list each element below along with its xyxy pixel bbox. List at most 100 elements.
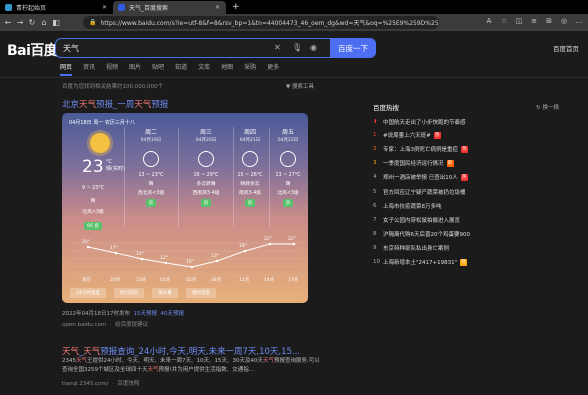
hot-item[interactable]: 7 女子公园内穿松鼠拍摄进入展览 (373, 216, 460, 224)
hour-temp-label: 22° (264, 237, 272, 242)
result-2-title[interactable]: 天气_天气预报查询_24小时,今天,明天,未来一周7天,10天,15... (62, 345, 300, 357)
reload-icon[interactable]: ↻ (26, 18, 38, 27)
chart-tab-rain[interactable]: 降水量 (152, 288, 178, 298)
tab-web[interactable]: 网页 (60, 62, 73, 76)
hot-item[interactable]: 5 官方回应辽宁疑产蔬菜被扔垃圾桶 (373, 188, 466, 196)
forecast-day[interactable]: 周四 04月21日 15 ~ 26°C 晴转多云 南风3-4级良 (232, 127, 268, 207)
baidu-logo[interactable]: Bai百度 (7, 40, 58, 60)
today-wind: 北风<3级 (82, 210, 104, 215)
temp-unit: °C 晴(实时) (106, 159, 125, 172)
voice-icon[interactable]: 🎙 (292, 43, 302, 52)
address-bar-row: ← → ↻ ⌂ ◧ 🔒 https://www.baidu.com/s?ie=ut… (0, 14, 588, 31)
chart-tab-wind[interactable]: 风力风向 (114, 288, 144, 298)
forward-icon[interactable]: → (14, 18, 26, 27)
hour-label: 11点 (239, 278, 250, 283)
weather-card[interactable]: 04月18日 周一 农历三月十八 23 °C 晴(实时) 9 ~ 23°C 晴 北… (62, 113, 308, 303)
tab-map[interactable]: 地图 (221, 62, 233, 76)
new-badge: 新 (446, 159, 454, 167)
browser-tab-bar: 青柠起始页 ✕ 天气_百度搜索 ✕ + (0, 0, 588, 14)
favorites-list-icon[interactable]: ≡ (529, 17, 539, 25)
snapshot-link[interactable]: 百度快照 (117, 381, 139, 387)
forecast-day[interactable]: 周二 04月19日 13 ~ 23°C 晴西北风<3级良 (133, 127, 169, 207)
tab-video[interactable]: 视频 (106, 62, 118, 76)
search-button[interactable]: 百度一下 (330, 38, 376, 58)
close-tab-icon[interactable]: ✕ (102, 4, 107, 11)
today-cond: 晴 (90, 199, 96, 204)
url-field[interactable]: 🔒 https://www.baidu.com/s?ie=utf-8&f=8&rs… (83, 16, 439, 29)
new-tab-button[interactable]: + (232, 2, 240, 12)
search-tools-button[interactable]: ▼ 搜索工具 (286, 82, 314, 90)
tab-favicon (118, 4, 125, 11)
forecast-40-link[interactable]: 40天预报 (161, 311, 185, 317)
tab-zhidao[interactable]: 知道 (175, 62, 187, 76)
chart-tab-temp[interactable]: 24小时温度 (70, 288, 106, 298)
result-1-title[interactable]: 北京天气预报_一周天气预报 (62, 98, 168, 110)
result-2-snippet: 2345天气王提供24小时、今天、明天、未来一周7天、10天、15天、30天及4… (62, 358, 320, 373)
hour-label: 05点 (186, 278, 197, 283)
hour-label: 02点 (160, 278, 171, 283)
hot-item[interactable]: 6 上海市抗疫蔬菜8万多吨 (373, 202, 442, 210)
hot-badge: 热 (460, 258, 468, 266)
search-query-text: 天气 (63, 43, 79, 53)
split-icon[interactable]: ◫ (514, 17, 524, 25)
menu-icon[interactable]: … (574, 17, 584, 25)
profile-icon[interactable]: ◎ (559, 17, 569, 25)
hot-item[interactable]: 9 东京特种部队私出身亡案例 (373, 244, 449, 252)
chart-tab-humidity[interactable]: 相对湿度 (186, 288, 216, 298)
clear-icon[interactable]: ✕ (274, 43, 281, 52)
extension-icon[interactable]: ◧ (50, 18, 62, 27)
divider (0, 77, 588, 78)
tab-qingning[interactable]: 青柠起始页 ✕ (0, 1, 113, 14)
feedback-link[interactable]: 给百度提建议 (115, 322, 148, 328)
favorite-icon[interactable]: ☆ (499, 17, 509, 25)
url-text: https://www.baidu.com/s?ie=utf-8&f=8&rsv… (100, 20, 439, 27)
hot-search-title: 百度热搜 (373, 104, 399, 112)
hour-temp-label: 12° (160, 256, 168, 261)
hot-item[interactable]: 1 #说周董上六天班# 热 (373, 131, 441, 139)
search-input[interactable]: 天气 ✕ 🎙 ◉ (55, 38, 331, 58)
result-count: 百度为您找到相关结果约100,000,000个 (62, 84, 163, 90)
tab-favicon (5, 4, 12, 11)
forecast-day[interactable]: 周五 04月22日 13 ~ 27°C 晴北风<3级良 (270, 127, 306, 207)
tab-more[interactable]: 更多 (267, 62, 279, 76)
home-icon[interactable]: ⌂ (38, 18, 50, 27)
today-aqi: 66 良 (62, 219, 124, 230)
baidu-home-link[interactable]: 百度首页 (553, 43, 579, 53)
hour-label: 20点 (110, 278, 121, 283)
back-icon[interactable]: ← (2, 18, 14, 27)
divider (178, 127, 179, 227)
hot-item[interactable]: 8 沪隔离代购6天后晋20个鸡蛋要900 (373, 230, 470, 238)
refresh-button[interactable]: ↻ 换一换 (536, 103, 559, 111)
forecast-15-link[interactable]: 15天预报 (134, 311, 158, 317)
hour-label: 现在 (82, 278, 91, 283)
hot-badge: 热 (460, 173, 468, 181)
camera-icon[interactable]: ◉ (310, 43, 317, 52)
pin-icon: ⬆ (373, 119, 378, 125)
collections-icon[interactable]: ⊞ (544, 17, 554, 25)
tab-baidu[interactable]: 天气_百度搜索 ✕ (113, 1, 226, 14)
close-tab-icon[interactable]: ✕ (215, 4, 220, 11)
hot-item[interactable]: 10 上海新增本土"2417+19831" 热 (373, 258, 468, 266)
hot-badge: 热 (461, 145, 469, 153)
forecast-day[interactable]: 周三 04月20日 16 ~ 29°C 多云转晴 西南风3-4级良 (188, 127, 224, 207)
reader-icon[interactable]: A (484, 17, 494, 25)
result-1-source: 2022年04月18日17时发布 15天预报 40天预报 (62, 311, 185, 317)
hour-temp-label: 10° (186, 260, 194, 265)
hour-label: 14点 (264, 278, 275, 283)
hour-label: 17点 (288, 278, 299, 283)
hour-temp-label: 22° (288, 237, 296, 242)
tab-tieba[interactable]: 贴吧 (152, 62, 164, 76)
sunny-icon (90, 133, 110, 153)
sunny-icon (242, 151, 258, 167)
tab-images[interactable]: 图片 (129, 62, 141, 76)
tab-news[interactable]: 资讯 (83, 62, 95, 76)
hot-item[interactable]: 3 一季度国民经济运行情况新 (373, 159, 454, 167)
hour-label: 08点 (211, 278, 222, 283)
hot-item[interactable]: 2 专家：上海3例死亡病例是重症热 (373, 145, 469, 153)
tab-wenku[interactable]: 文库 (198, 62, 210, 76)
result-2-site: tianqi.2345.com/ · 百度快照 (62, 381, 140, 387)
tab-purchase[interactable]: 采购 (244, 62, 256, 76)
hot-item[interactable]: ⬆ 中国航天走出了小步快跑的节奏感 (373, 118, 466, 126)
search-nav-tabs: 网页 资讯 视频 图片 贴吧 知道 文库 地图 采购 更多 (60, 62, 279, 76)
hot-item[interactable]: 4 郑州一酒店被举报 已查出10人热 (373, 173, 468, 181)
